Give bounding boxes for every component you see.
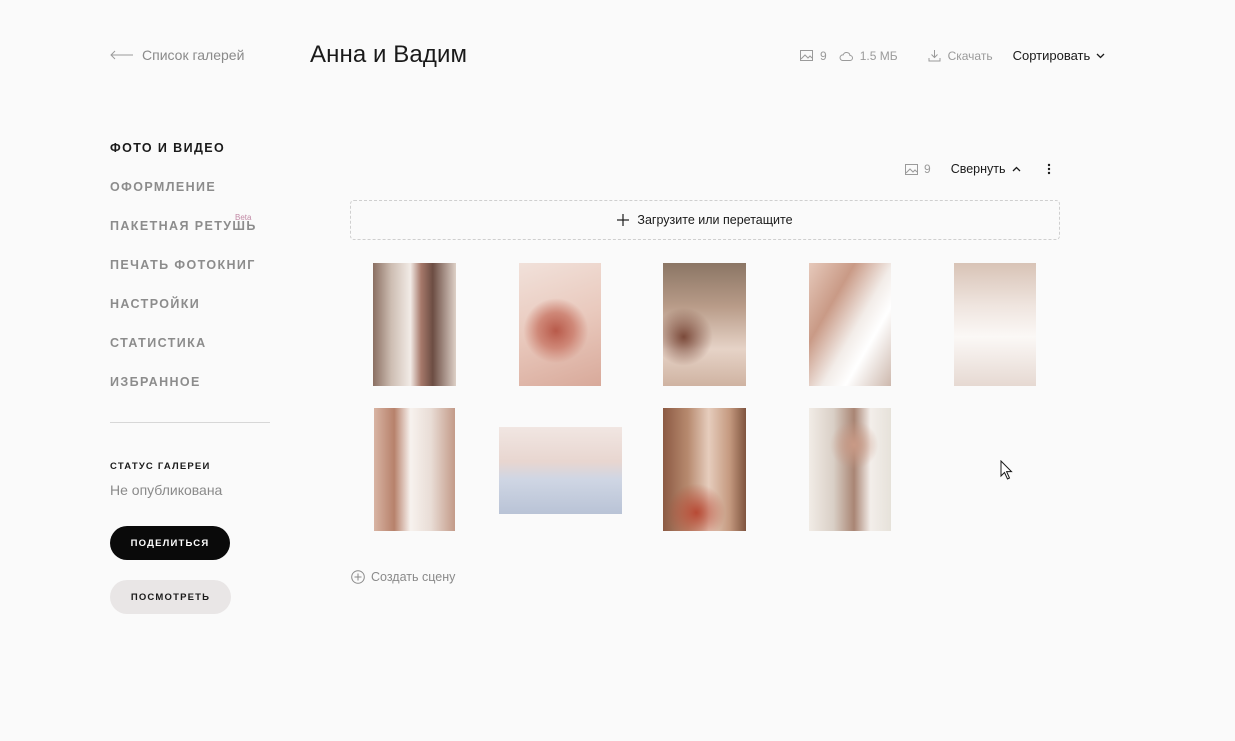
view-button[interactable]: ПОСМОТРЕТЬ xyxy=(110,580,231,614)
sidebar-item-statistics[interactable]: СТАТИСТИКА xyxy=(110,335,280,374)
header-toolbar: 9 1.5 МБ Скачать Сортировать xyxy=(800,48,1105,63)
scene-toolbar: 9 Свернуть xyxy=(905,162,1051,176)
back-label: Список галерей xyxy=(142,47,245,63)
photo-thumbnail[interactable] xyxy=(663,408,746,531)
more-vertical-icon xyxy=(1047,163,1050,175)
beta-badge: Beta xyxy=(235,213,252,222)
chevron-down-icon xyxy=(1096,53,1105,58)
download-icon xyxy=(928,50,941,62)
sidebar-item-favorites[interactable]: ИЗБРАННОЕ xyxy=(110,374,280,413)
plus-circle-icon xyxy=(351,570,365,584)
arrow-left-icon xyxy=(110,50,133,60)
photo-thumbnail[interactable] xyxy=(954,263,1036,386)
photo-thumbnail[interactable] xyxy=(499,427,622,514)
more-options-button[interactable] xyxy=(1047,163,1051,175)
page-title: Анна и Вадим xyxy=(310,41,468,68)
photo-thumbnail[interactable] xyxy=(809,408,891,531)
sidebar-nav: ФОТО И ВИДЕО ОФОРМЛЕНИЕ ПАКЕТНАЯ РЕТУШЬ … xyxy=(110,140,280,413)
plus-icon xyxy=(617,214,630,226)
photo-thumbnail[interactable] xyxy=(373,263,456,386)
sidebar-divider xyxy=(110,422,270,423)
scene-photo-count: 9 xyxy=(905,162,931,176)
upload-dropzone[interactable]: Загрузите или перетащите xyxy=(350,200,1060,240)
photo-count: 9 xyxy=(800,49,827,63)
image-icon xyxy=(800,50,813,61)
sidebar-item-settings[interactable]: НАСТРОЙКИ xyxy=(110,296,280,335)
sort-dropdown[interactable]: Сортировать xyxy=(1013,48,1106,63)
cloud-icon xyxy=(839,51,853,61)
photo-thumbnail[interactable] xyxy=(519,263,601,386)
sidebar-item-batch-retouch[interactable]: ПАКЕТНАЯ РЕТУШЬ Beta xyxy=(110,213,280,257)
mouse-cursor-icon xyxy=(1000,460,1013,480)
sidebar-item-photobook-print[interactable]: ПЕЧАТЬ ФОТОКНИГ xyxy=(110,257,280,296)
sidebar-item-design[interactable]: ОФОРМЛЕНИЕ xyxy=(110,179,280,218)
back-to-galleries-link[interactable]: Список галерей xyxy=(110,47,244,63)
sidebar-item-photo-video[interactable]: ФОТО И ВИДЕО xyxy=(110,140,280,179)
create-scene-button[interactable]: Создать сцену xyxy=(351,570,455,584)
gallery-status-label: СТАТУС ГАЛЕРЕИ xyxy=(110,461,211,472)
storage-size: 1.5 МБ xyxy=(839,49,898,63)
image-icon xyxy=(905,163,918,175)
photo-thumbnail[interactable] xyxy=(809,263,891,386)
collapse-button[interactable]: Свернуть xyxy=(951,162,1021,176)
chevron-up-icon xyxy=(1012,166,1020,172)
share-button[interactable]: ПОДЕЛИТЬСЯ xyxy=(110,526,230,560)
gallery-status-value: Не опубликована xyxy=(110,482,223,498)
download-button[interactable]: Скачать xyxy=(928,49,993,63)
photo-thumbnail[interactable] xyxy=(374,408,455,531)
photo-thumbnail[interactable] xyxy=(663,263,746,386)
